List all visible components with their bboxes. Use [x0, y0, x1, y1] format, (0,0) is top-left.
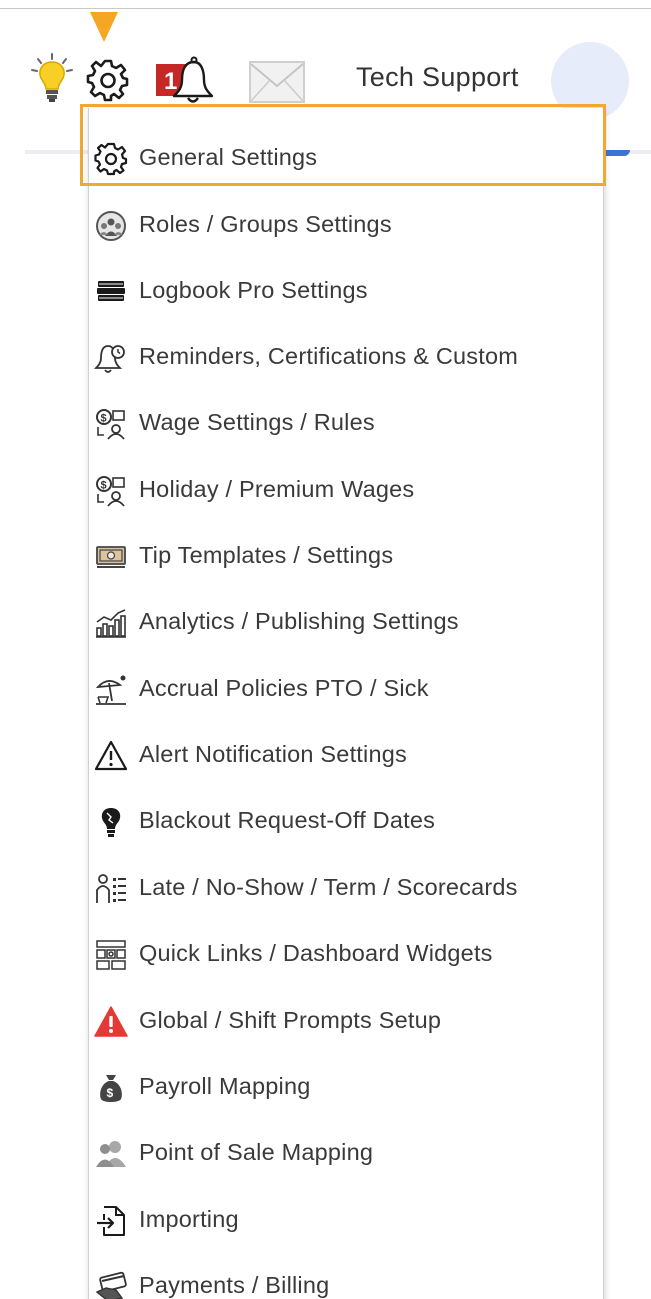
menu-item-label: Global / Shift Prompts Setup: [139, 1007, 442, 1033]
wage-icon: $: [96, 409, 125, 440]
svg-text:$: $: [101, 413, 107, 425]
settings-gear-icon[interactable]: [86, 58, 130, 102]
menu-item-payments-billing[interactable]: Payments / Billing: [89, 1253, 603, 1299]
menu-item-label: Wage Settings / Rules: [139, 409, 375, 435]
alert-triangle-red-icon: [94, 1006, 128, 1037]
menu-item-label: Tip Templates / Settings: [139, 542, 394, 568]
menu-item-label: Logbook Pro Settings: [139, 277, 368, 303]
reminder-bell-icon: [94, 345, 125, 373]
tip-money-icon: [96, 546, 126, 568]
menu-item-label: Point of Sale Mapping: [139, 1139, 374, 1165]
menu-item-tip-templates[interactable]: Tip Templates / Settings: [89, 523, 603, 589]
menu-item-label: Holiday / Premium Wages: [139, 476, 415, 502]
notification-bell-button[interactable]: 1: [154, 56, 218, 106]
menu-item-quick-links[interactable]: Quick Links / Dashboard Widgets: [89, 921, 603, 987]
menu-item-alert-notification[interactable]: Alert Notification Settings: [89, 722, 603, 788]
notification-count: 1: [164, 68, 177, 95]
svg-text:$: $: [107, 1086, 114, 1100]
menu-item-label: Blackout Request-Off Dates: [139, 807, 436, 833]
settings-dropdown-menu: General Settings Roles / Groups Settings: [88, 108, 604, 1299]
people-icon: [96, 1141, 126, 1167]
header-accent: [600, 150, 630, 156]
tech-support-label[interactable]: Tech Support: [356, 62, 519, 93]
scorecard-icon: [96, 874, 126, 903]
blackout-bulb-icon: [101, 808, 121, 837]
gear-icon: [94, 142, 128, 176]
active-menu-arrow-indicator: [90, 12, 118, 42]
menu-item-late-noshow-scorecards[interactable]: Late / No-Show / Term / Scorecards: [89, 855, 603, 921]
menu-item-holiday-premium-wages[interactable]: $ Holiday / Premium Wages: [89, 457, 603, 523]
money-bag-icon: $: [100, 1075, 122, 1102]
menu-item-point-of-sale-mapping[interactable]: Point of Sale Mapping: [89, 1120, 603, 1186]
menu-item-wage-settings[interactable]: $ Wage Settings / Rules: [89, 390, 603, 456]
menu-item-importing[interactable]: Importing: [89, 1187, 603, 1253]
roles-groups-icon: [96, 211, 126, 241]
svg-text:$: $: [101, 480, 107, 492]
mail-icon[interactable]: [248, 60, 306, 104]
menu-item-label: Importing: [139, 1206, 239, 1232]
menu-item-analytics-publishing[interactable]: Analytics / Publishing Settings: [89, 589, 603, 655]
holiday-wage-icon: $: [96, 476, 125, 507]
menu-item-accrual-policies[interactable]: Accrual Policies PTO / Sick: [89, 656, 603, 722]
menu-item-payroll-mapping[interactable]: $ Payroll Mapping: [89, 1054, 603, 1120]
menu-item-global-shift-prompts[interactable]: Global / Shift Prompts Setup: [89, 988, 603, 1054]
analytics-chart-icon: [96, 609, 126, 638]
beach-umbrella-icon: [95, 675, 126, 705]
import-file-icon: [97, 1206, 125, 1236]
menu-item-label: Analytics / Publishing Settings: [139, 608, 459, 634]
menu-item-label: Quick Links / Dashboard Widgets: [139, 940, 493, 966]
menu-item-label: Roles / Groups Settings: [139, 211, 392, 237]
menu-item-label: General Settings: [139, 144, 318, 170]
menu-item-roles-groups[interactable]: Roles / Groups Settings: [89, 192, 603, 258]
menu-item-label: Reminders, Certifications & Custom: [139, 343, 519, 369]
app-frame: 1 Tech Support General Settings Roles / …: [0, 0, 651, 1299]
lightbulb-icon[interactable]: [30, 52, 74, 104]
menu-item-logbook-pro[interactable]: Logbook Pro Settings: [89, 258, 603, 324]
dashboard-widgets-icon: [96, 940, 126, 970]
top-border: [0, 8, 651, 9]
menu-item-reminders[interactable]: Reminders, Certifications & Custom: [89, 324, 603, 390]
menu-item-label: Payroll Mapping: [139, 1073, 311, 1099]
menu-item-blackout-dates[interactable]: Blackout Request-Off Dates: [89, 788, 603, 854]
payment-card-icon: [95, 1271, 127, 1299]
warning-triangle-icon: [94, 740, 128, 771]
menu-item-label: Payments / Billing: [139, 1272, 330, 1298]
menu-item-label: Alert Notification Settings: [139, 741, 407, 767]
notification-bell-icon: 1: [156, 56, 214, 103]
menu-item-general-settings[interactable]: General Settings: [89, 125, 603, 191]
menu-item-label: Accrual Policies PTO / Sick: [139, 675, 429, 701]
menu-item-label: Late / No-Show / Term / Scorecards: [139, 874, 518, 900]
logbook-icon: [97, 281, 125, 301]
